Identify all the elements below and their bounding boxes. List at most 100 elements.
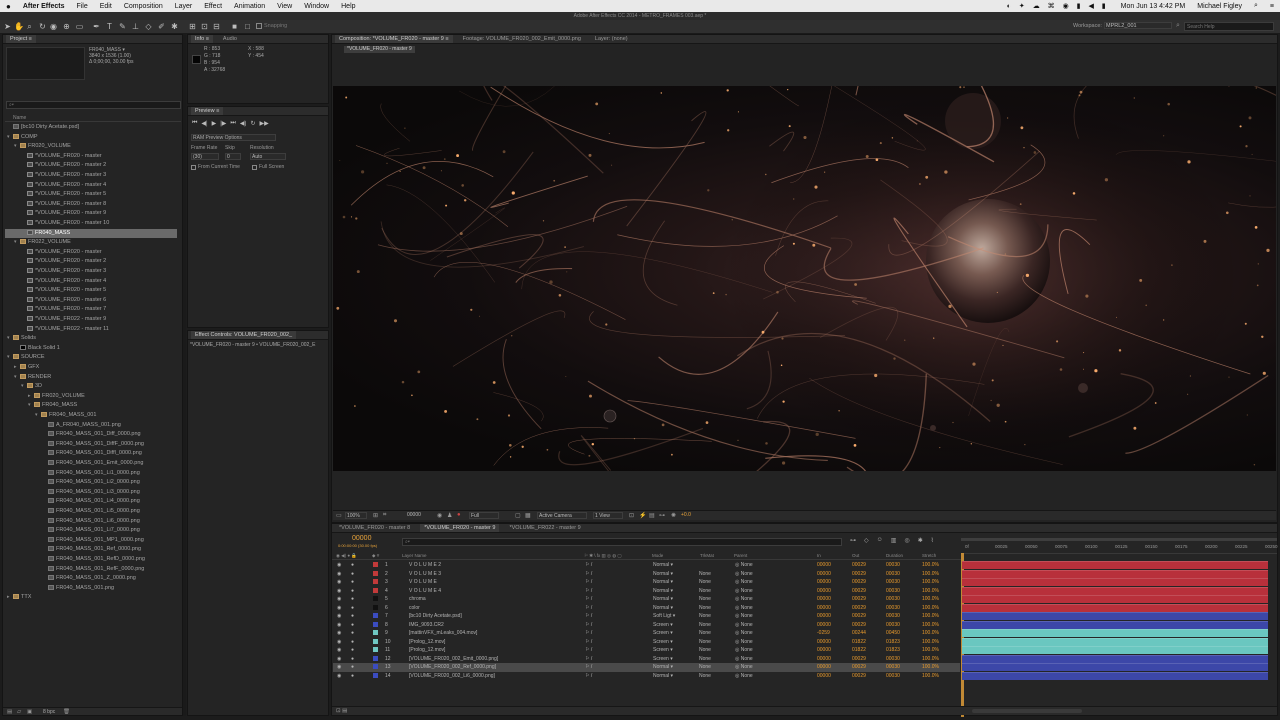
project-item[interactable]: ▾ FR022_VOLUME bbox=[5, 238, 177, 247]
layer-mode-select[interactable]: Soft Ligt ▾ bbox=[653, 612, 675, 620]
brainstorm-icon[interactable]: ✱ bbox=[918, 537, 923, 544]
project-item[interactable]: [bc10 Dirty Acetate.psd] bbox=[5, 123, 177, 132]
layer-duration[interactable]: 00030 bbox=[886, 570, 900, 578]
layer-stretch[interactable]: 100.0% bbox=[922, 604, 939, 612]
solo-icon[interactable]: ● bbox=[351, 587, 354, 595]
layer-mode-select[interactable]: Normal ▾ bbox=[653, 663, 673, 671]
layer-out[interactable]: 00029 bbox=[852, 604, 866, 612]
col-stretch[interactable]: Stretch bbox=[922, 553, 936, 558]
solo-icon[interactable]: ● bbox=[351, 561, 354, 569]
layer-duration[interactable]: 00030 bbox=[886, 655, 900, 663]
selection-tool-icon[interactable]: ➤ bbox=[3, 22, 12, 31]
new-comp-icon[interactable]: ▣ bbox=[27, 709, 32, 715]
project-item[interactable]: FR040_MASS_001_Li6_0000.png bbox=[5, 517, 177, 526]
layer-duration[interactable]: 00030 bbox=[886, 621, 900, 629]
composition-mini-flowchart-icon[interactable]: ⊶ bbox=[850, 537, 856, 544]
solo-icon[interactable]: ● bbox=[351, 604, 354, 612]
layer-switches[interactable]: ⚐ / bbox=[585, 629, 592, 637]
project-item[interactable]: FR040_MASS_001.png bbox=[5, 584, 177, 593]
layer-label-color[interactable] bbox=[373, 613, 378, 618]
layer-trkmat-select[interactable]: None bbox=[699, 570, 711, 578]
layer-trkmat-select[interactable]: None bbox=[699, 663, 711, 671]
ram-preview-icon[interactable]: ▶▶ bbox=[259, 120, 268, 127]
project-item[interactable]: FR040_MASS_001_RefF_0000.png bbox=[5, 565, 177, 574]
layer-out[interactable]: 01822 bbox=[852, 638, 866, 646]
solo-icon[interactable]: ● bbox=[351, 638, 354, 646]
layer-in[interactable]: 00000 bbox=[817, 612, 831, 620]
layer-parent-select[interactable]: ◎ None bbox=[735, 638, 753, 646]
layer-switches[interactable]: ⚐ / bbox=[585, 561, 592, 569]
timeline-layer-row[interactable]: ◉ ● 10 [Prolog_12.mov] ⚐ / Screen ▾ None ◎ None… bbox=[333, 638, 960, 647]
timeline-layer-row[interactable]: ◉ ● 7 [bc10 Dirty Acetate.psd] ⚐ / Soft Ligt … bbox=[333, 612, 960, 621]
col-parent[interactable]: Parent bbox=[734, 553, 747, 558]
notification-icon[interactable]: ≡ bbox=[1264, 3, 1280, 10]
layer-stretch[interactable]: 100.0% bbox=[922, 663, 939, 671]
layer-parent-select[interactable]: ◎ None bbox=[735, 629, 753, 637]
layer-duration-bar[interactable] bbox=[962, 620, 1268, 629]
layer-duration-bar[interactable] bbox=[962, 671, 1268, 680]
layer-mode-select[interactable]: Screen ▾ bbox=[653, 621, 673, 629]
layer-duration-bar[interactable] bbox=[962, 612, 1268, 620]
layer-in[interactable]: 00000 bbox=[817, 646, 831, 654]
tab-effect-controls[interactable]: Effect Controls: VOLUME_FR020_002_ bbox=[191, 331, 297, 339]
project-item[interactable]: *VOLUME_FR020 - master 5 bbox=[5, 286, 177, 295]
layer-label-color[interactable] bbox=[373, 655, 378, 661]
layer-trkmat-select[interactable]: None bbox=[699, 595, 711, 603]
layer-duration[interactable]: 00030 bbox=[886, 612, 900, 620]
solo-icon[interactable]: ● bbox=[351, 663, 354, 671]
project-item[interactable]: FR040_MASS_001_Diffl_0000.png bbox=[5, 449, 177, 458]
project-item[interactable]: ▾ SOURCE bbox=[5, 353, 177, 362]
layer-stretch[interactable]: 100.0% bbox=[922, 595, 939, 603]
layer-out[interactable]: 00244 bbox=[852, 629, 866, 637]
work-area-bar[interactable] bbox=[961, 538, 1277, 541]
project-item[interactable]: FR040_MASS bbox=[5, 228, 177, 238]
project-item[interactable]: *VOLUME_FR020 - master bbox=[5, 248, 177, 257]
col-trkmat[interactable]: TrkMat bbox=[700, 553, 714, 558]
world-axis-icon[interactable]: ⊡ bbox=[200, 22, 209, 31]
project-item[interactable]: *VOLUME_FR022 - master 11 bbox=[5, 325, 177, 334]
layer-parent-select[interactable]: ◎ None bbox=[735, 612, 753, 620]
layer-in[interactable]: 00000 bbox=[817, 595, 831, 603]
frame-rate-select[interactable]: (30) bbox=[191, 153, 219, 160]
layer-out[interactable]: 00029 bbox=[852, 621, 866, 629]
layer-trkmat-select[interactable]: None bbox=[699, 646, 711, 654]
layer-duration-bar[interactable] bbox=[962, 578, 1268, 586]
layer-duration-bar[interactable] bbox=[962, 663, 1268, 671]
menu-layer[interactable]: Layer bbox=[169, 3, 199, 10]
project-item[interactable]: FR040_MASS_001_Emit_0000.png bbox=[5, 459, 177, 468]
menu-help[interactable]: Help bbox=[335, 3, 361, 10]
project-column-name[interactable]: Name bbox=[5, 115, 181, 122]
project-item[interactable]: FR040_MASS_001_DiffF_0000.png bbox=[5, 440, 177, 449]
layer-parent-select[interactable]: ◎ None bbox=[735, 672, 753, 680]
pan-behind-tool-icon[interactable]: ⊕ bbox=[62, 22, 71, 31]
camera-select[interactable]: Active Camera bbox=[537, 512, 587, 519]
layer-label-color[interactable] bbox=[373, 672, 378, 678]
layer-trkmat-select[interactable]: None bbox=[699, 604, 711, 612]
project-item[interactable]: FR040_MASS_001_MP1_0000.png bbox=[5, 536, 177, 545]
layer-duration-bar[interactable] bbox=[962, 586, 1268, 595]
layer-parent-select[interactable]: ◎ None bbox=[735, 587, 753, 595]
project-item[interactable]: FR040_MASS_001_RefD_0000.png bbox=[5, 555, 177, 564]
layer-switches[interactable]: ⚐ / bbox=[585, 578, 592, 586]
project-item[interactable]: *VOLUME_FR020 - master 6 bbox=[5, 296, 177, 305]
solo-icon[interactable]: ● bbox=[351, 646, 354, 654]
visibility-eye-icon[interactable]: ◉ bbox=[337, 604, 341, 612]
layer-parent-select[interactable]: ◎ None bbox=[735, 621, 753, 629]
layer-out[interactable]: 00029 bbox=[852, 561, 866, 569]
layer-mode-select[interactable]: Normal ▾ bbox=[653, 672, 673, 680]
comp-viewer-image[interactable] bbox=[333, 86, 1276, 471]
timeline-layer-row[interactable]: ◉ ● 5 chroma ⚐ / Normal ▾ None ◎ None 00000 00029… bbox=[333, 595, 960, 604]
project-item[interactable]: *VOLUME_FR022 - master 9 bbox=[5, 315, 177, 324]
menu-app[interactable]: After Effects bbox=[17, 3, 71, 10]
visibility-eye-icon[interactable]: ◉ bbox=[337, 655, 341, 663]
col-in[interactable]: In bbox=[817, 553, 821, 558]
layer-duration[interactable]: 00030 bbox=[886, 663, 900, 671]
clock[interactable]: Mon Jun 13 4:42 PM bbox=[1115, 3, 1192, 10]
layer-stretch[interactable]: 100.0% bbox=[922, 561, 939, 569]
layer-label-color[interactable] bbox=[373, 664, 378, 669]
visibility-eye-icon[interactable]: ◉ bbox=[337, 612, 341, 620]
roto-tool-icon[interactable]: ✐ bbox=[157, 22, 166, 31]
layer-mode-select[interactable]: Normal ▾ bbox=[653, 587, 673, 595]
project-item[interactable]: ▸ TTX bbox=[5, 593, 177, 602]
visibility-eye-icon[interactable]: ◉ bbox=[337, 621, 341, 629]
